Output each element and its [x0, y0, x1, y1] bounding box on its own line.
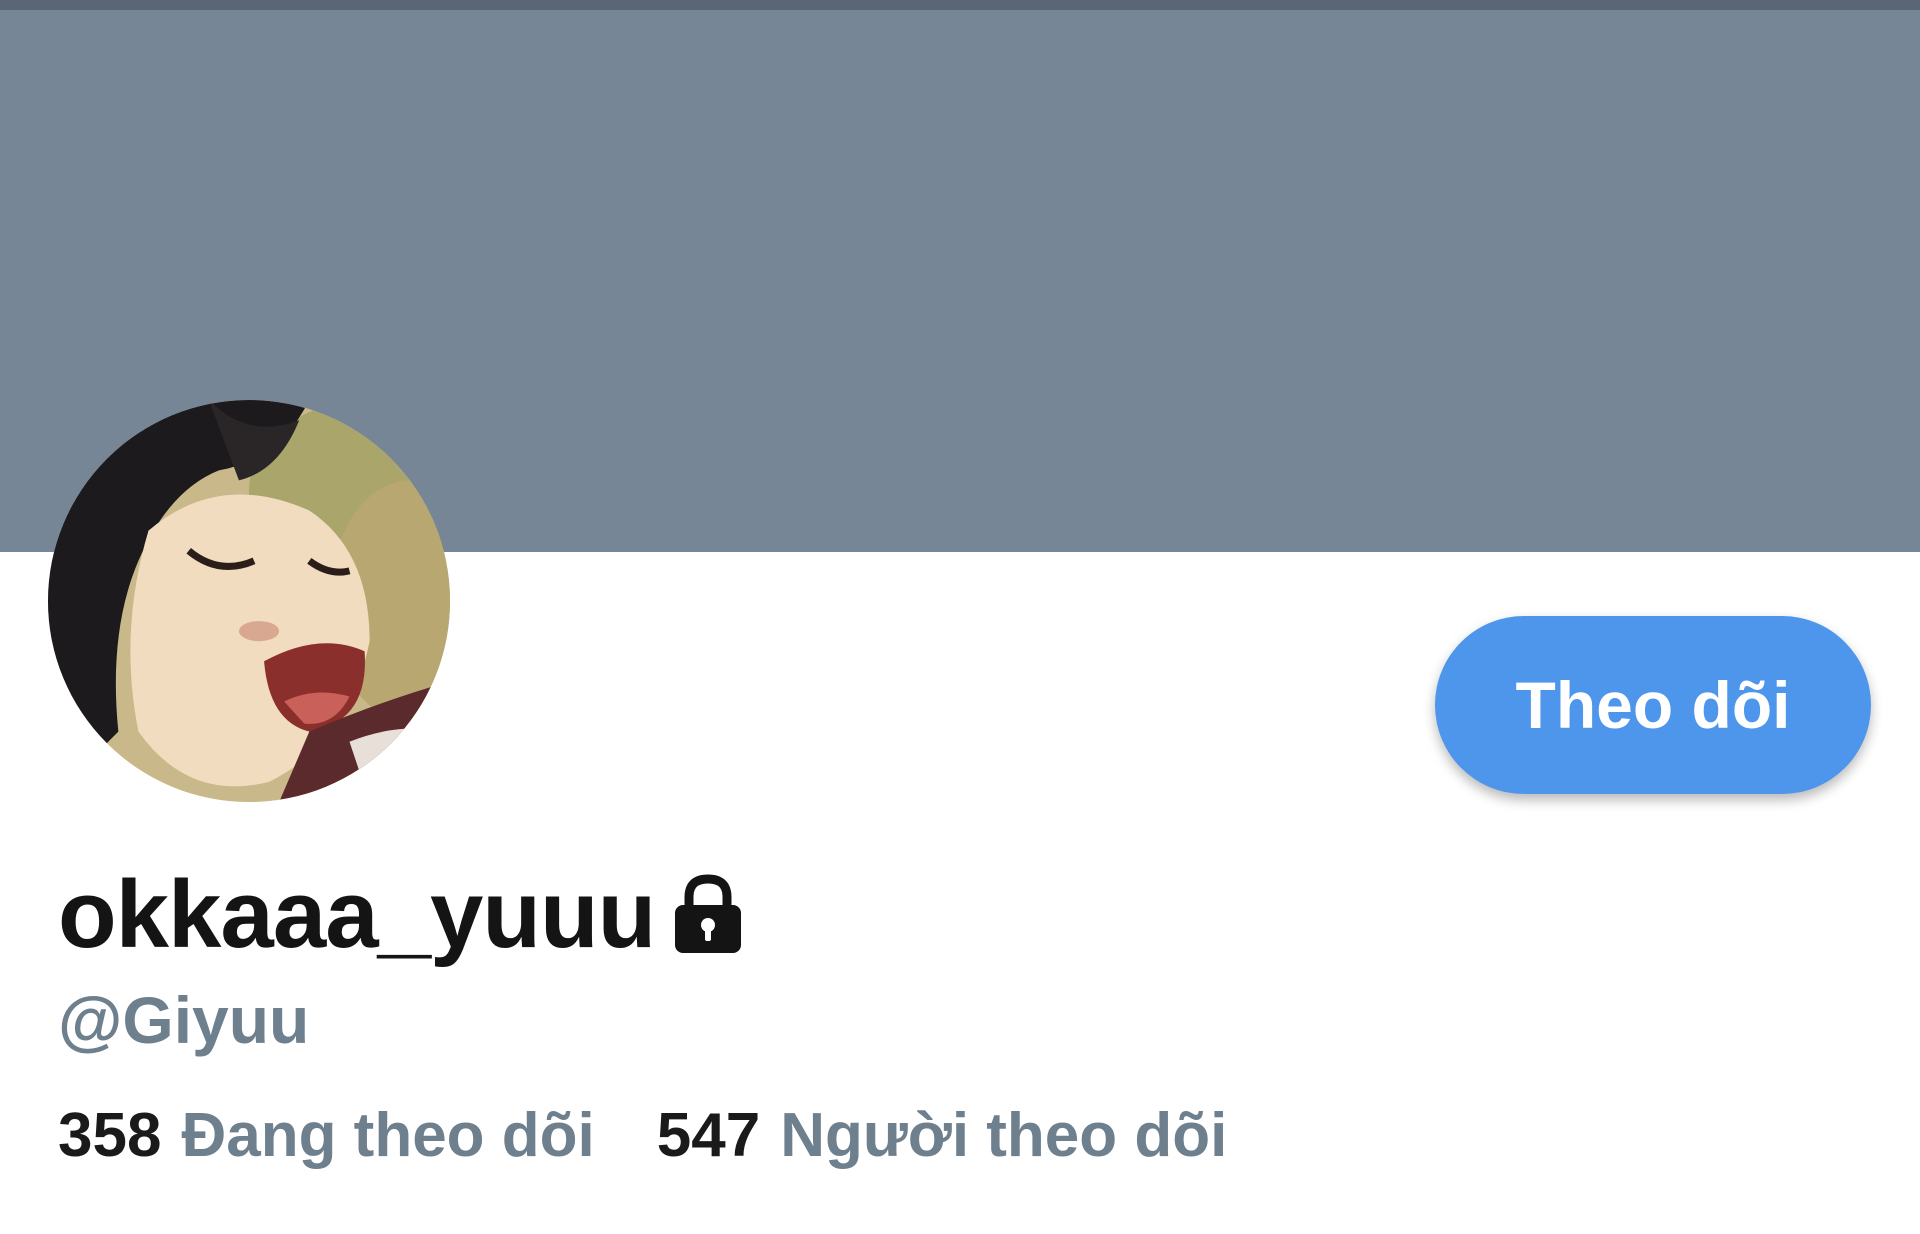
profile-page: Theo dõi okkaaa_yuuu @Giyuu 358 Đang the…: [0, 0, 1920, 1234]
followers-label: Người theo dõi: [780, 1101, 1228, 1170]
follow-button[interactable]: Theo dõi: [1435, 616, 1871, 794]
follow-stats: 358 Đang theo dõi 547 Người theo dõi: [58, 1100, 1289, 1171]
lock-icon: [669, 873, 747, 957]
following-count: 358: [58, 1101, 162, 1170]
following-label: Đang theo dõi: [181, 1101, 595, 1170]
display-name: okkaaa_yuuu: [58, 861, 656, 968]
avatar-image: [48, 400, 450, 802]
display-name-row: okkaaa_yuuu: [58, 860, 747, 970]
top-strip: [0, 0, 1920, 10]
avatar[interactable]: [48, 400, 450, 802]
followers-stat[interactable]: 547 Người theo dõi: [657, 1100, 1228, 1171]
profile-handle: @Giyuu: [58, 983, 310, 1057]
following-stat[interactable]: 358 Đang theo dõi: [58, 1100, 595, 1171]
followers-count: 547: [656, 1101, 761, 1170]
